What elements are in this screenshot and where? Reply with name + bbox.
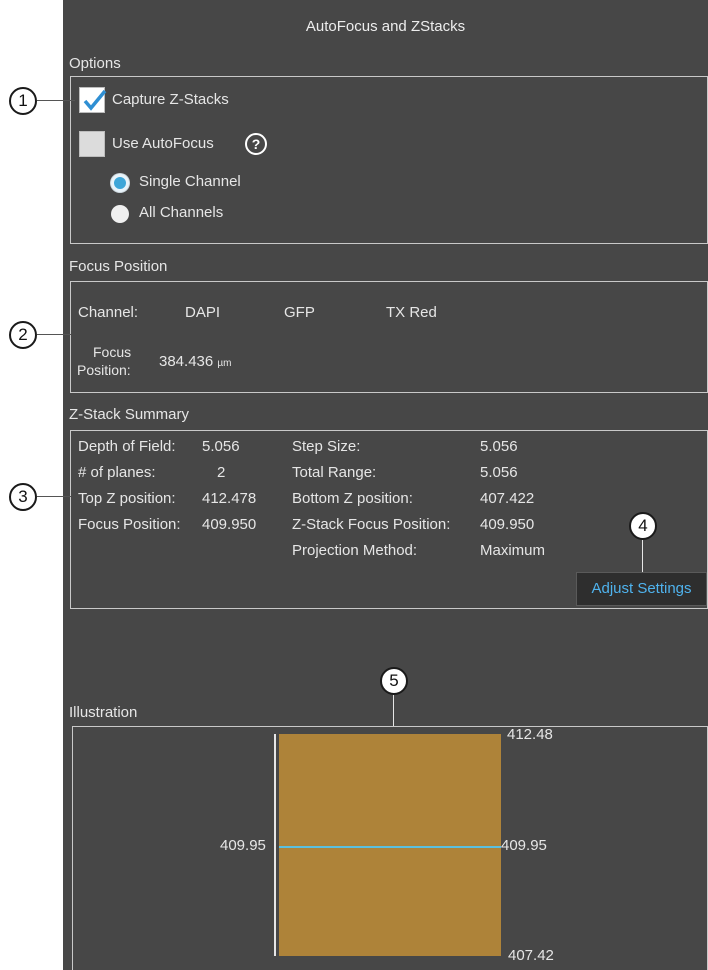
single-channel-radio[interactable] [111,174,129,192]
channel-label: Channel: [78,304,139,321]
zstack-focus-position-value: 409.950 [480,516,535,533]
focus-position-unit: µm [217,358,232,369]
summary-focus-position-value: 409.950 [202,516,257,533]
channel-dapi[interactable]: DAPI [185,304,220,321]
panel-title: AutoFocus and ZStacks [305,18,466,35]
options-group: Capture Z-Stacks Use AutoFocus ? Single … [70,76,708,244]
top-z-label: Top Z position: [78,490,176,507]
step-size-label: Step Size: [292,438,361,455]
callout-5: 5 [380,667,408,695]
zstack-range-block [279,734,501,956]
focus-position-group: Channel: DAPI GFP TX Red Focus Position:… [70,281,708,393]
use-autofocus-checkbox[interactable] [79,131,105,157]
total-range-label: Total Range: [292,464,377,481]
channel-gfp[interactable]: GFP [284,304,315,321]
channel-tx-red[interactable]: TX Red [386,304,437,321]
focus-position-value: 384.436 µm [159,353,232,370]
illustration-focus-left-value: 409.95 [220,837,266,854]
total-range-value: 5.056 [480,464,518,481]
callout-3: 3 [9,483,37,511]
all-channels-label[interactable]: All Channels [139,204,223,221]
all-channels-radio[interactable] [111,205,129,223]
illustration-focus-right-value: 409.95 [501,837,547,854]
illustration-section-label: Illustration [69,704,138,721]
focus-plane-line [279,846,501,848]
zstack-focus-position-label: Z-Stack Focus Position: [292,516,451,533]
help-icon[interactable]: ? [245,133,267,155]
depth-of-field-value: 5.056 [202,438,240,455]
projection-method-label: Projection Method: [292,542,418,559]
focus-label-line1: Focus [93,344,132,360]
callout-1-leader [37,100,75,101]
projection-method-value: Maximum [480,542,546,559]
step-size-value: 5.056 [480,438,518,455]
capture-zstacks-checkbox[interactable] [79,87,107,113]
callout-2: 2 [9,321,37,349]
focus-position-section-label: Focus Position [69,258,168,275]
single-channel-label[interactable]: Single Channel [139,173,241,190]
zstack-summary-section-label: Z-Stack Summary [69,406,190,423]
num-planes-value: 2 [217,464,226,481]
callout-4-leader [642,540,643,572]
top-z-value: 412.478 [202,490,257,507]
callout-4: 4 [629,512,657,540]
depth-of-field-label: Depth of Field: [78,438,176,455]
illustration-bottom-value: 407.42 [508,947,554,964]
capture-zstacks-label[interactable]: Capture Z-Stacks [112,91,229,108]
callout-3-leader [37,496,71,497]
checkmark-icon [83,89,107,111]
num-planes-label: # of planes: [78,464,156,481]
adjust-settings-button[interactable]: Adjust Settings [576,572,707,606]
focus-label-line2: Position: [77,362,131,378]
callout-1: 1 [9,87,37,115]
bottom-z-label: Bottom Z position: [292,490,413,507]
use-autofocus-label[interactable]: Use AutoFocus [112,135,214,152]
focus-position-number: 384.436 [159,353,214,370]
callout-2-leader [37,334,71,335]
callout-5-leader [393,695,394,726]
summary-focus-position-label: Focus Position: [78,516,181,533]
options-section-label: Options [69,55,121,72]
zstack-range-line [274,734,276,956]
illustration-top-value: 412.48 [507,726,553,743]
bottom-z-value: 407.422 [480,490,535,507]
